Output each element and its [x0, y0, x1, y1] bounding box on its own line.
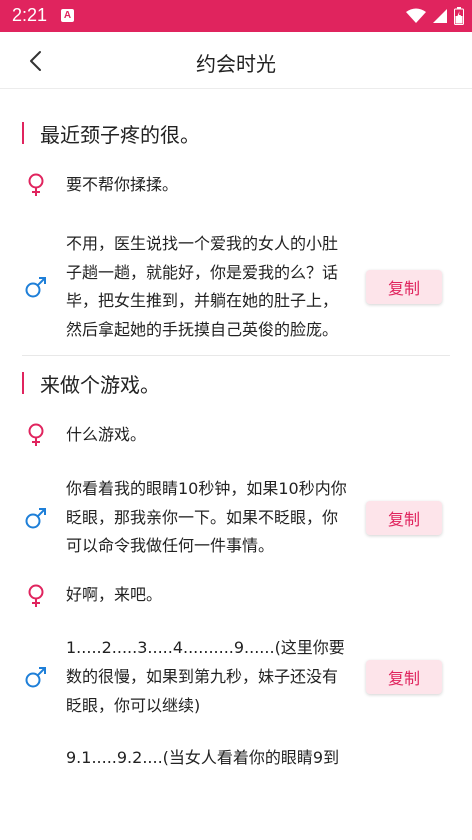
female-message: 什么游戏。	[22, 421, 450, 450]
signal-icon	[433, 9, 447, 23]
message-text: 好啊，来吧。	[66, 585, 163, 605]
status-bar: 2:21 A	[0, 0, 472, 32]
copy-button[interactable]: 复制	[366, 270, 442, 305]
message-text: 你看着我的眼睛10秒钟，如果10秒内你眨眼，那我亲你一下。如果不眨眼，你可以命令…	[66, 478, 347, 556]
male-message: 你看着我的眼睛10秒钟，如果10秒内你眨眼，那我亲你一下。如果不眨眼，你可以命令…	[22, 475, 450, 561]
message-text: 不用，医生说找一个爱我的女人的小肚子趟一趟，就能好，你是爱我的么？话毕，把女生推…	[66, 233, 339, 340]
battery-icon	[454, 7, 464, 25]
copy-button[interactable]: 复制	[366, 660, 442, 695]
female-icon	[24, 423, 48, 447]
page-title: 约会时光	[196, 52, 276, 76]
copy-button[interactable]: 复制	[366, 500, 442, 535]
female-icon	[24, 173, 48, 197]
topic-card: 来做个游戏。 什么游戏。 你看着我的眼睛10秒钟，如果10秒内你眨眼，那我亲你一…	[22, 354, 450, 773]
message-text: 1.....2.....3.....4..........9......(这里你…	[66, 637, 345, 715]
male-message: 1.....2.....3.....4..........9......(这里你…	[22, 634, 450, 720]
status-time: 2:21	[12, 5, 48, 25]
topic-header: 最近颈子疼的很。	[22, 119, 472, 153]
male-icon	[24, 275, 48, 299]
wifi-icon	[406, 8, 426, 23]
female-message: 要不帮你揉揉。	[0, 171, 472, 200]
male-message: 不用，医生说找一个爱我的女人的小肚子趟一趟，就能好，你是爱我的么？话毕，把女生推…	[0, 230, 472, 355]
app-header: 约会时光	[0, 32, 472, 89]
topic-title: 最近颈子疼的很。	[40, 123, 200, 147]
message-text: 要不帮你揉揉。	[66, 175, 179, 194]
accent-bar	[22, 371, 24, 394]
status-icons	[406, 7, 464, 25]
topic-card: 最近颈子疼的很。 要不帮你揉揉。 不用，医生说找一个爱我的女人的小肚子趟一趟，就…	[0, 89, 472, 355]
accent-bar	[22, 122, 24, 144]
message-text: 9.1.....9.2....(当女人看着你的眼睛9到	[66, 748, 340, 768]
topic-title: 来做个游戏。	[40, 372, 160, 397]
notification-icon: A	[61, 9, 74, 22]
message-text: 什么游戏。	[66, 424, 147, 444]
topic-header: 来做个游戏。	[22, 369, 450, 403]
female-icon	[24, 584, 48, 608]
male-icon	[24, 506, 48, 530]
female-message: 好啊，来吧。	[22, 581, 450, 610]
male-icon	[24, 665, 48, 689]
conversation-list[interactable]: 最近颈子疼的很。 要不帮你揉揉。 不用，医生说找一个爱我的女人的小肚子趟一趟，就…	[0, 89, 472, 840]
male-message: 9.1.....9.2....(当女人看着你的眼睛9到	[22, 744, 450, 773]
